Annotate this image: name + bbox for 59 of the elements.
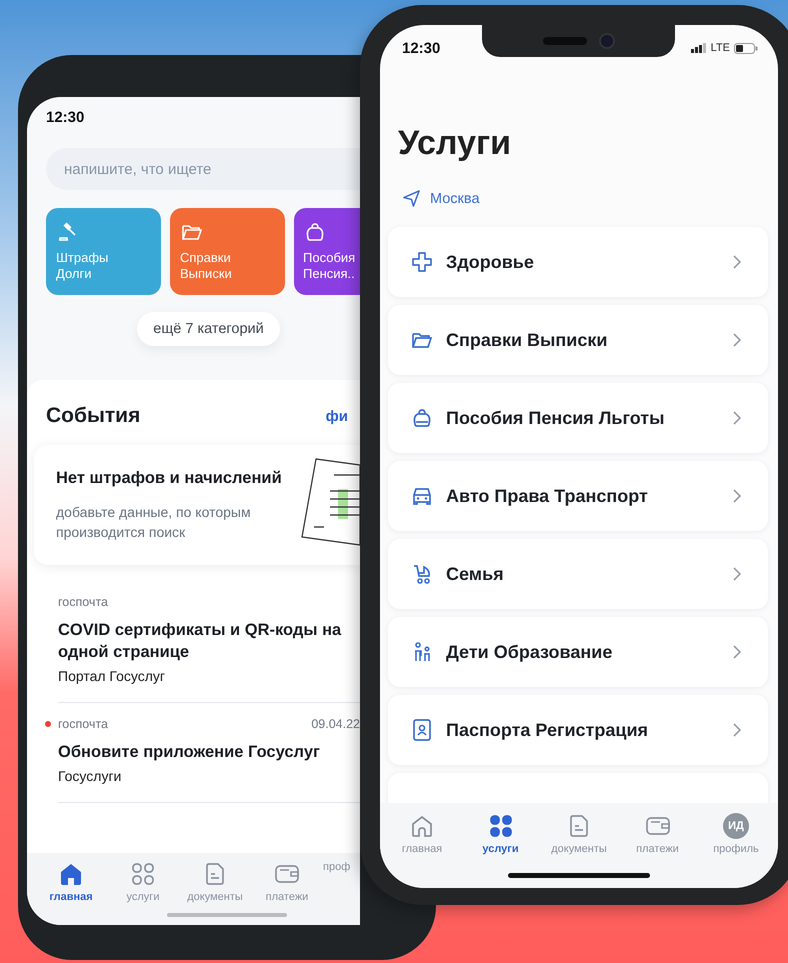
- section-title: События: [46, 404, 140, 428]
- status-time: 12:30: [46, 108, 84, 126]
- category-label: Штрафы Долги: [56, 250, 110, 282]
- tab-item[interactable]: платежи: [251, 861, 323, 925]
- battery-icon: [734, 42, 758, 54]
- service-item[interactable]: Семья: [388, 539, 768, 609]
- home-icon: [58, 861, 84, 887]
- service-item[interactable]: Паспорта Регистрация: [388, 695, 768, 765]
- service-item[interactable]: Здоровье: [388, 227, 768, 297]
- unread-dot: [45, 721, 51, 727]
- service-item[interactable]: Дети Образование: [388, 617, 768, 687]
- search-field[interactable]: напишите, что ищете: [46, 148, 360, 190]
- news-source: госпочта: [58, 717, 108, 731]
- service-item[interactable]: Пособия Пенсия Льготы: [388, 383, 768, 453]
- chevron-right-icon: [732, 488, 742, 504]
- tab-item[interactable]: документы: [179, 861, 251, 925]
- page-title: Услуги: [398, 123, 512, 163]
- tab-item[interactable]: услуги: [472, 813, 528, 888]
- notice-text: добавьте данные, по которым производится поиск: [56, 503, 252, 542]
- filter-link[interactable]: фи: [326, 408, 348, 424]
- tab-item[interactable]: документы: [551, 813, 607, 888]
- id-card-icon: [410, 718, 434, 742]
- tab-item[interactable]: платежи: [630, 813, 686, 888]
- news-title[interactable]: Обновите приложение Госуслуг: [58, 741, 358, 763]
- news-title[interactable]: COVID сертификаты и QR-коды на одной странице: [58, 619, 358, 663]
- chevron-right-icon: [732, 644, 742, 660]
- cross-icon: [410, 250, 434, 274]
- grid-icon: [130, 861, 156, 887]
- tab-item[interactable]: ИД профиль: [708, 813, 764, 888]
- news-author: Госуслуги: [58, 768, 122, 784]
- status-time: 12:30: [402, 40, 440, 56]
- chevron-right-icon: [732, 722, 742, 738]
- grid-icon: [488, 813, 514, 839]
- news-date: 09.04.22: [311, 717, 360, 731]
- category-label: Справки Выписки: [180, 250, 233, 282]
- category-tile[interactable]: Пособия Пенсия..: [294, 208, 360, 295]
- chevron-right-icon: [732, 254, 742, 270]
- tab-item[interactable]: главная: [35, 861, 107, 925]
- news-source: госпочта: [58, 595, 108, 609]
- notice-title: Нет штрафов и начислений: [56, 469, 283, 488]
- location-link[interactable]: Москва: [430, 190, 480, 206]
- network-label: LTE: [710, 42, 730, 54]
- avatar: ИД: [723, 813, 749, 839]
- news-author: Портал Госуслуг: [58, 668, 166, 684]
- more-categories-button[interactable]: ещё 7 категорий: [137, 312, 280, 346]
- category-tile[interactable]: Штрафы Долги: [46, 208, 161, 295]
- tab-item[interactable]: проф: [323, 861, 360, 925]
- category-label: Пособия Пенсия..: [303, 250, 356, 282]
- tab-item[interactable]: услуги: [107, 861, 179, 925]
- location-arrow-icon: [402, 189, 421, 208]
- home-icon: [409, 813, 435, 839]
- chevron-right-icon: [732, 332, 742, 348]
- tab-item[interactable]: главная: [394, 813, 450, 888]
- signal-icon: [690, 43, 707, 53]
- category-tile[interactable]: Справки Выписки: [170, 208, 285, 295]
- chevron-right-icon: [732, 566, 742, 582]
- chevron-right-icon: [732, 410, 742, 426]
- service-item[interactable]: Авто Права Транспорт: [388, 461, 768, 531]
- service-item[interactable]: Справки Выписки: [388, 305, 768, 375]
